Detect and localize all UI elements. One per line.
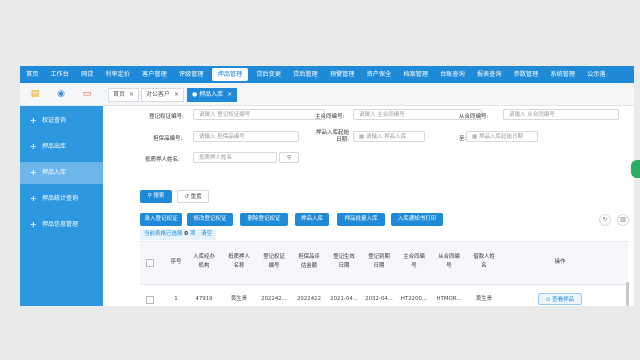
calendar-icon: ▦ xyxy=(359,134,366,140)
sidebar-item-collateral-in[interactable]: + 押品入库 xyxy=(20,162,103,184)
select-all-checkbox[interactable] xyxy=(146,259,154,267)
search-button[interactable]: ⚲ 搜索 xyxy=(140,190,172,203)
nav-item[interactable]: 公示落 xyxy=(581,66,612,83)
nav-item[interactable]: 贷后管理 xyxy=(287,66,324,83)
nav-item[interactable]: 参数管理 xyxy=(508,66,545,83)
sidebar-item-info-manage[interactable]: + 押品信息管理 xyxy=(20,214,103,236)
table-header: 序号 入库经办机构 抵质押人名称 登记权证编号 担保品评估金额 登记生效日期 登… xyxy=(140,241,628,285)
scrollbar[interactable] xyxy=(626,282,629,306)
column-settings-icon[interactable]: ▥ xyxy=(617,214,629,226)
refresh-icon[interactable]: ↻ xyxy=(599,214,611,226)
storage-date-label: 押品入库起始日期: xyxy=(315,130,349,143)
selection-info: 当前表格已选择 0 项 清空 xyxy=(140,229,217,240)
app-window: 首页 工作台 网贷 利率定价 客户管理 评级管理 押品管理 贷后变更 贷后管理 预警管理 资产保全档… xyxy=(20,66,634,306)
nav-item[interactable]: 评级管理 xyxy=(173,66,210,83)
sidebar-item-warrant-query[interactable]: + 权证查询 xyxy=(20,110,103,132)
mortgagor-input[interactable]: 抵质押人姓名 xyxy=(193,152,277,163)
table-row: 1 47919 黄生贵 202242... 2022422 2021-04...… xyxy=(140,284,628,306)
nav-item[interactable]: 档案管理 xyxy=(397,66,434,83)
delete-warrant-button[interactable]: 删除登记权证 xyxy=(240,213,288,226)
close-icon[interactable]: × xyxy=(174,91,179,98)
tab-home[interactable]: 首页 × xyxy=(108,88,140,102)
storage-date-input[interactable]: ▦ 请输入 押品入库 xyxy=(353,131,425,142)
close-icon[interactable]: × xyxy=(129,91,134,98)
sidebar-item-statistics[interactable]: + 押品统计查询 xyxy=(20,188,103,210)
nav-item[interactable]: 系统管理 xyxy=(544,66,581,83)
sidebar-item-collateral-out[interactable]: + 押品出库 xyxy=(20,136,103,158)
nav-item[interactable]: 首页 xyxy=(20,66,44,83)
nav-item[interactable]: 客户管理 xyxy=(136,66,173,83)
sub-contract-label: 从合同编号: xyxy=(459,114,489,120)
warrant-no-label: 登记权证编号: xyxy=(149,114,184,120)
card-icon[interactable]: ▭ xyxy=(82,89,92,99)
search-icon[interactable]: ⚲ xyxy=(279,152,299,163)
print-notice-button[interactable]: 入库通知书打印 xyxy=(391,213,443,226)
nav-item[interactable]: 押品管理 xyxy=(211,68,249,81)
collateral-no-label: 担保品编号: xyxy=(153,136,183,142)
floating-assistant-icon[interactable] xyxy=(631,160,640,178)
nav-item[interactable]: 网贷 xyxy=(75,66,99,83)
file-icon[interactable]: ▤ xyxy=(30,89,40,99)
sidebar: + 权证查询 + 押品出库 + 押品入库 + 押品统计查询 + 押品信息管理 xyxy=(20,106,103,306)
add-warrant-button[interactable]: 录入登记权证 xyxy=(140,213,182,226)
nav-item[interactable]: 工作台 xyxy=(44,66,75,83)
nav-item[interactable]: 报表查询 xyxy=(471,66,508,83)
main-contract-label: 主合同编号: xyxy=(315,114,345,120)
tab-corporate-customer[interactable]: 对公客户 × xyxy=(141,88,185,102)
user-icon[interactable]: ◉ xyxy=(56,89,66,99)
nav-item[interactable]: 台账查询 xyxy=(434,66,471,83)
main-content: 登记权证编号: 请输入 登记权证编号 主合同编号: 请输入 主合同编号 从合同编… xyxy=(103,106,634,306)
mortgagor-label: 抵质押人姓名: xyxy=(145,157,180,163)
top-navigation: 首页 工作台 网贷 利率定价 客户管理 评级管理 押品管理 贷后变更 贷后管理 预警管理 资产保全档… xyxy=(20,66,634,83)
plus-icon: + xyxy=(30,168,37,177)
nav-item[interactable]: 预警管理 xyxy=(324,66,361,83)
tab-collateral-storage[interactable]: ● 押品入库 × xyxy=(187,88,238,102)
view-collateral-button[interactable]: ⊙ 查看押品 xyxy=(538,293,582,305)
plus-icon: + xyxy=(30,220,37,229)
warrant-no-input[interactable]: 请输入 登记权证编号 xyxy=(193,109,325,120)
plus-icon: + xyxy=(30,142,37,151)
collateral-no-input[interactable]: 请输入 担保品编号 xyxy=(193,131,299,142)
close-icon[interactable]: × xyxy=(227,91,232,98)
calendar-icon: ▦ xyxy=(472,134,479,140)
nav-item[interactable]: 贷后变更 xyxy=(250,66,287,83)
to-date-input[interactable]: ▦ 押品入库起始日期 xyxy=(466,131,538,142)
clear-selection-link[interactable]: 清空 xyxy=(201,231,212,237)
reset-button[interactable]: ↺ 重置 xyxy=(177,190,209,203)
plus-icon: + xyxy=(30,116,37,125)
storage-button[interactable]: 押品入库 xyxy=(295,213,329,226)
sub-contract-input[interactable]: 请输入 从合同编号 xyxy=(503,109,619,120)
tab-bar: ▤ ◉ ▭ 首页 × 对公客户 × ● 押品入库 × xyxy=(20,83,634,106)
plus-icon: + xyxy=(30,194,37,203)
row-checkbox[interactable] xyxy=(146,296,154,304)
nav-item[interactable]: 利率定价 xyxy=(99,66,136,83)
batch-storage-button[interactable]: 押品批量入库 xyxy=(337,213,385,226)
nav-item[interactable]: 资产保全 xyxy=(361,66,398,83)
edit-warrant-button[interactable]: 修改登记权证 xyxy=(187,213,233,226)
